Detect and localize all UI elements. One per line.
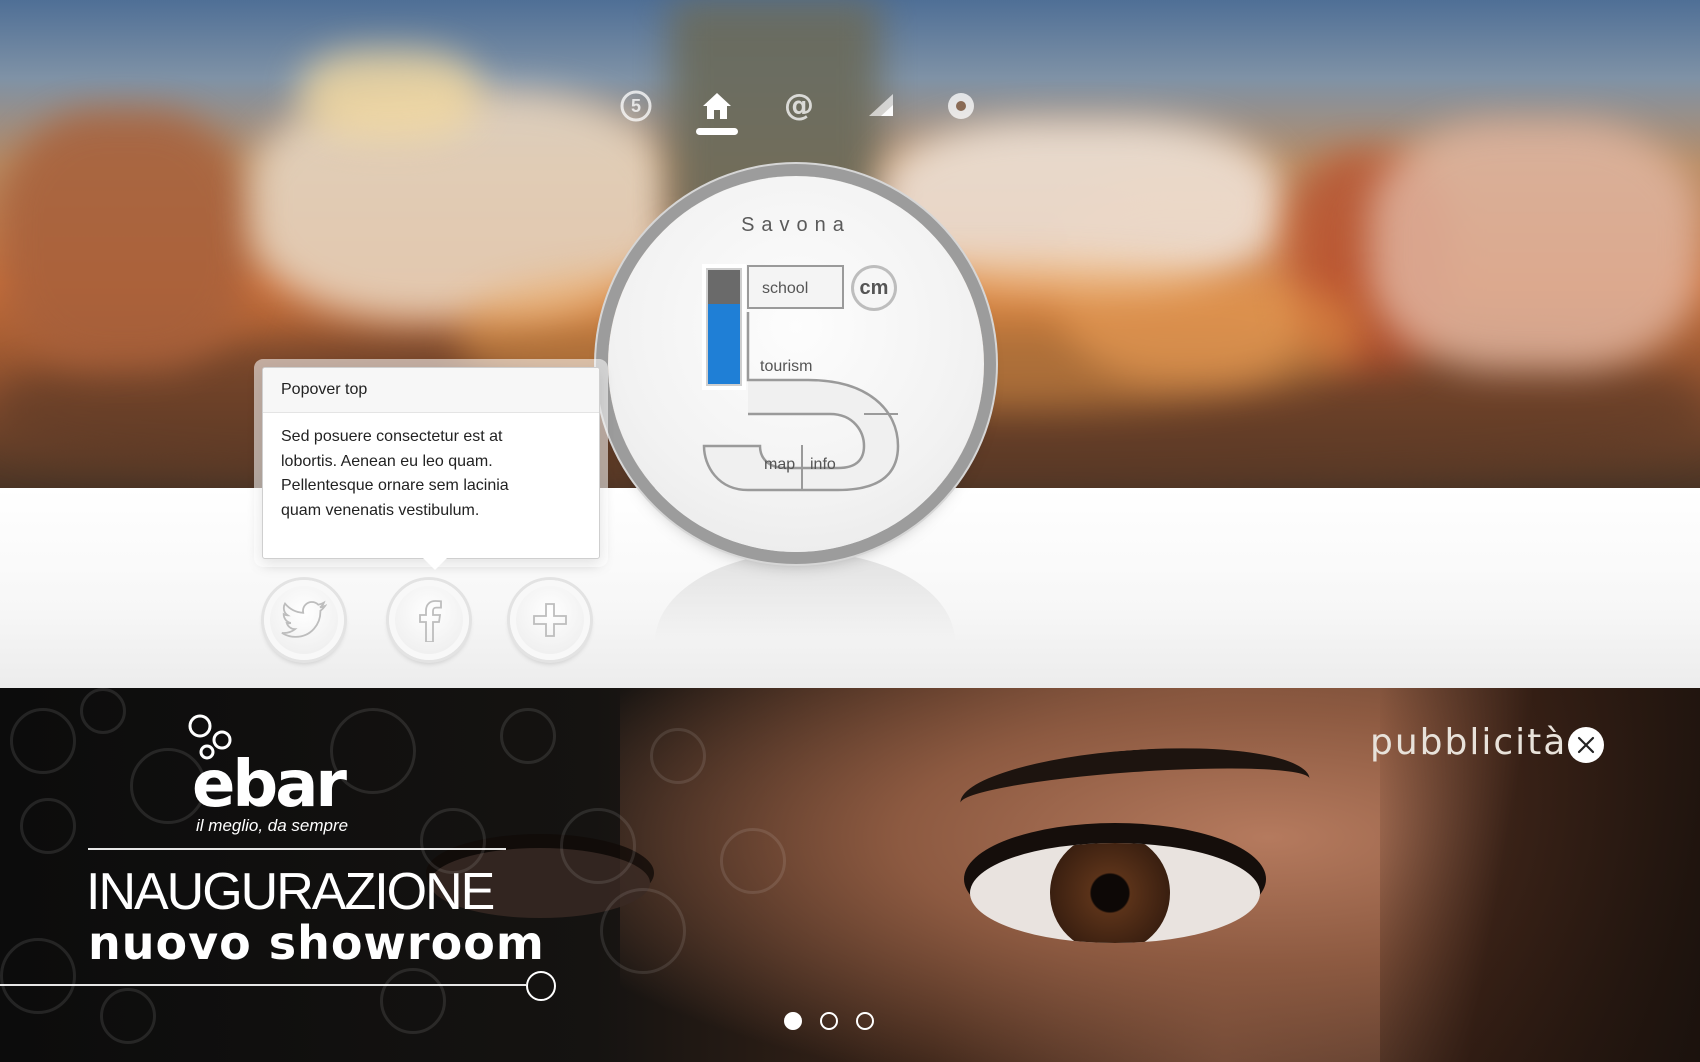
ad-slider-line [0, 984, 526, 986]
popover-line: Pellentesque ornare sem lacinia [281, 477, 509, 494]
nav-active-indicator [696, 128, 738, 135]
plus-icon [533, 603, 567, 637]
facebook-button[interactable] [389, 580, 469, 660]
dial-info-link[interactable]: info [810, 456, 836, 474]
carousel-dots [784, 1012, 874, 1030]
svg-text:@: @ [784, 89, 814, 123]
dial-tourism-link[interactable]: tourism [760, 358, 812, 376]
popover-line: Sed posuere consectetur est at [281, 428, 503, 445]
ad-close-button[interactable] [1568, 727, 1604, 763]
twitter-button[interactable] [264, 580, 344, 660]
carousel-dot[interactable] [784, 1012, 802, 1030]
ad-headline: INAUGURAZIONE [86, 863, 495, 921]
nav-home-icon[interactable] [693, 82, 741, 130]
ad-divider [88, 848, 506, 850]
popover: Popover top Sed posuere consectetur est … [262, 367, 600, 570]
popover-line: quam venenatis vestibulum. [281, 501, 480, 519]
dial-map-link[interactable]: map [764, 456, 795, 474]
twitter-icon [281, 600, 327, 638]
carousel-dot[interactable] [820, 1012, 838, 1030]
cm-badge-label: cm [859, 276, 889, 299]
carousel-dot[interactable] [856, 1012, 874, 1030]
nav-at-sign-icon[interactable]: @ [775, 82, 823, 130]
ebar-logo: ebar [192, 748, 347, 822]
dial-school-link[interactable]: school [762, 280, 808, 298]
facebook-icon [419, 600, 442, 642]
cm-badge[interactable]: cm [854, 268, 894, 308]
ad-label: pubblicità [1370, 722, 1568, 763]
popover-title: Popover top [263, 368, 599, 413]
svg-text:5: 5 [631, 96, 641, 116]
nav-circled-five-icon[interactable]: 5 [612, 82, 660, 130]
plus-button[interactable] [510, 580, 590, 660]
popover-line: lobortis. Aenean eu leo quam. [281, 452, 493, 470]
nav-signal-triangle-icon[interactable] [857, 82, 905, 130]
logo-dial: Savona school tourism map info cm [608, 176, 984, 552]
close-icon [1577, 736, 1595, 754]
top-nav: 5 @ [612, 82, 974, 142]
popover-body: Sed posuere consectetur est at lobortis.… [263, 413, 599, 535]
ad-slider-knob[interactable] [526, 971, 556, 1001]
ad-subheadline: nuovo showroom [88, 916, 545, 970]
ebar-tagline: il meglio, da sempre [196, 816, 349, 835]
popover-arrow [423, 558, 447, 570]
nav-radio-dot-icon[interactable] [937, 82, 985, 130]
